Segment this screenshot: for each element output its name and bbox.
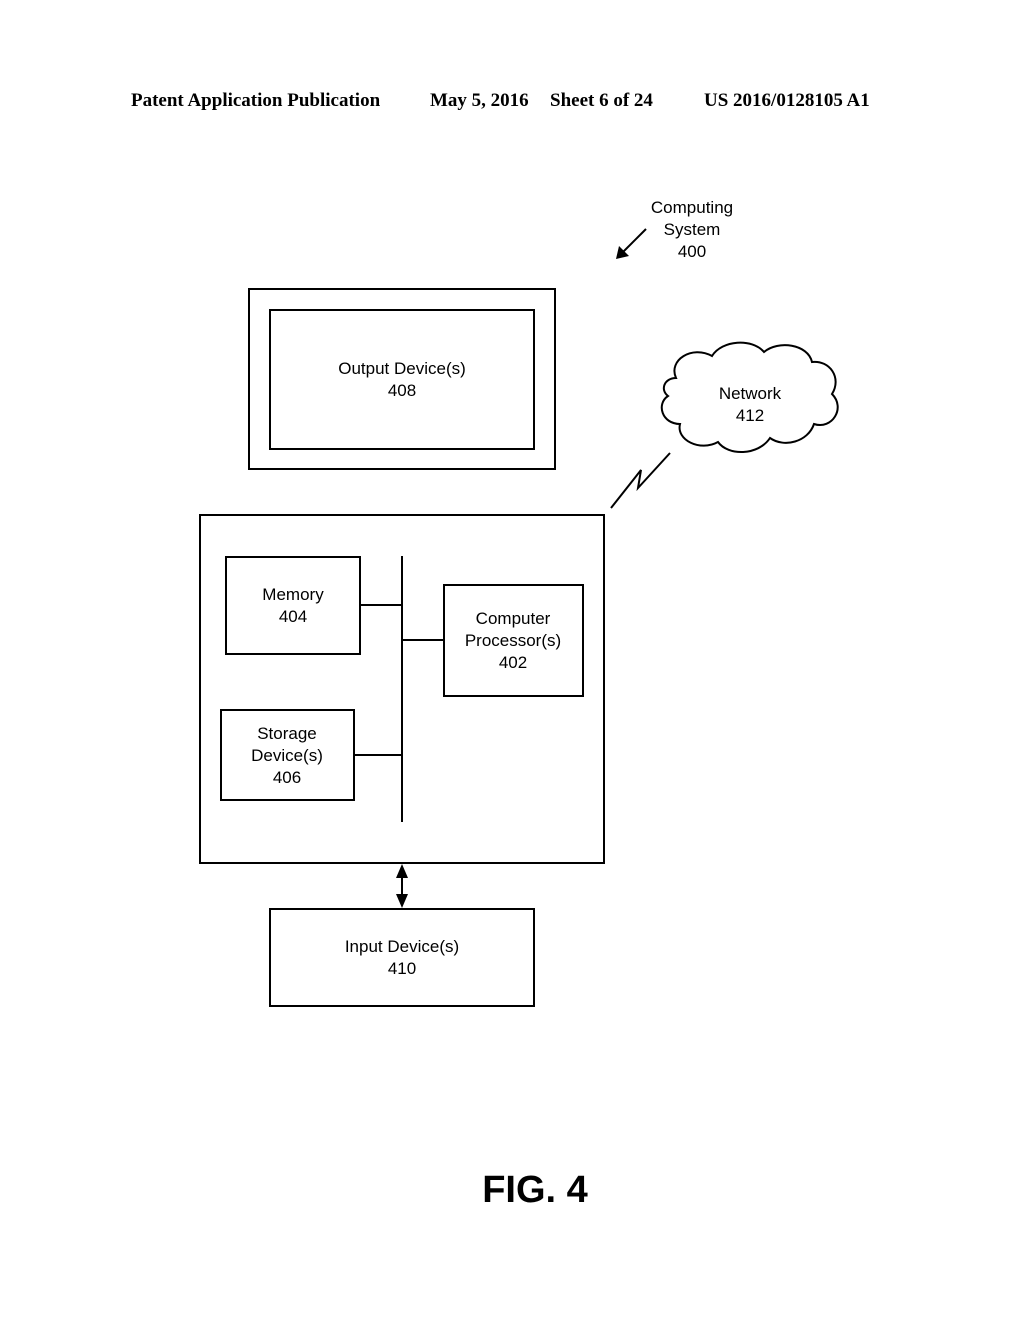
storage-label-line1: Storage bbox=[257, 724, 317, 743]
output-device: Output Device(s) 408 bbox=[248, 288, 556, 470]
storage-label-line2: Device(s) bbox=[251, 746, 323, 765]
input-device-box bbox=[269, 908, 535, 1007]
memory-block: Memory 404 bbox=[225, 556, 361, 655]
memory-box bbox=[225, 556, 361, 655]
output-device-outer-frame bbox=[248, 288, 556, 470]
wireless-link-icon bbox=[610, 452, 671, 509]
output-device-label: Output Device(s) bbox=[338, 359, 466, 378]
storage-ref: 406 bbox=[273, 768, 301, 787]
system-line1: Computing bbox=[651, 198, 733, 217]
processor-ref: 402 bbox=[499, 653, 527, 672]
processor-label-line2: Processor(s) bbox=[465, 631, 561, 650]
figure-label: FIG. 4 bbox=[482, 1169, 588, 1211]
output-device-ref: 408 bbox=[388, 381, 416, 400]
arrowhead-up-icon bbox=[396, 864, 408, 878]
computing-system-label: Computing System 400 bbox=[616, 198, 733, 261]
memory-ref: 404 bbox=[279, 607, 307, 626]
network-label: Network bbox=[719, 384, 782, 403]
processor-block: Computer Processor(s) 402 bbox=[443, 584, 584, 697]
input-device-ref: 410 bbox=[388, 959, 416, 978]
memory-label: Memory bbox=[262, 585, 324, 604]
input-device-block: Input Device(s) 410 bbox=[269, 908, 535, 1007]
system-ref: 400 bbox=[678, 242, 706, 261]
output-device-screen bbox=[269, 309, 535, 450]
input-device-label: Input Device(s) bbox=[345, 937, 459, 956]
network-cloud: Network 412 bbox=[660, 341, 839, 454]
arrowhead-down-icon bbox=[396, 894, 408, 908]
storage-block: Storage Device(s) 406 bbox=[220, 709, 355, 801]
computing-system-diagram: Computing System 400 Output Device(s) 40… bbox=[199, 198, 839, 1211]
system-line2: System bbox=[664, 220, 721, 239]
network-ref: 412 bbox=[736, 406, 764, 425]
system-pointer-arrow-icon bbox=[621, 228, 647, 254]
processor-label-line1: Computer bbox=[476, 609, 551, 628]
